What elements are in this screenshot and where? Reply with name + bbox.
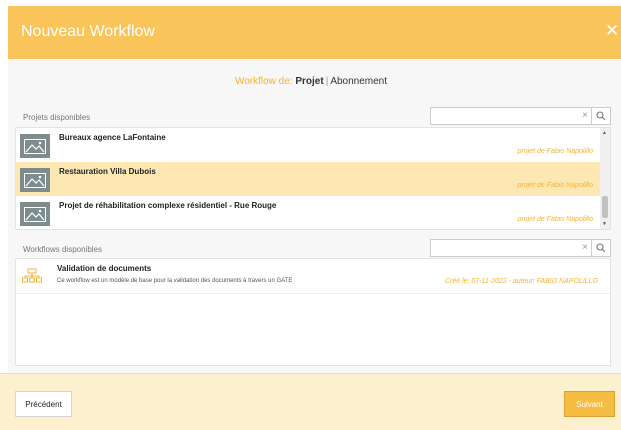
workflow-type-label: Workflow de: bbox=[234, 76, 293, 87]
project-owner: projet de Fabio Napolillo bbox=[517, 216, 594, 223]
clear-icon[interactable]: × bbox=[582, 110, 588, 121]
project-owner: projet de Fabio Napolillo bbox=[517, 182, 594, 189]
workflow-description: Ce workflow est un modèle de base pour l… bbox=[57, 278, 293, 284]
workflows-list: Validation de documents Ce workflow est … bbox=[15, 258, 611, 366]
workflow-type-option-projet[interactable]: Projet bbox=[295, 76, 323, 87]
close-icon[interactable]: ✕ bbox=[605, 22, 619, 39]
list-item[interactable]: Projet de réhabilitation complexe réside… bbox=[16, 196, 601, 229]
clear-icon[interactable]: × bbox=[582, 242, 588, 253]
next-button[interactable]: Suivant bbox=[564, 391, 615, 417]
projects-section-label: Projets disponibles bbox=[23, 113, 91, 122]
workflow-meta: Créé le: 07-11-2022 - auteur: FABIO NAPO… bbox=[444, 278, 598, 285]
scrollbar-thumb[interactable] bbox=[602, 196, 608, 218]
project-name: Bureaux agence LaFontaine bbox=[59, 133, 166, 142]
projects-search-input[interactable]: × bbox=[430, 107, 611, 125]
workflows-search-input[interactable]: × bbox=[430, 239, 611, 257]
list-item[interactable]: Bureaux agence LaFontaine projet de Fabi… bbox=[16, 128, 601, 162]
dialog-header: Nouveau Workflow ✕ bbox=[8, 6, 621, 59]
workflow-type-separator: | bbox=[325, 76, 329, 87]
project-name: Restauration Villa Dubois bbox=[59, 167, 156, 176]
dialog-title: Nouveau Workflow bbox=[21, 23, 155, 40]
workflow-type-option-abonnement[interactable]: Abonnement bbox=[330, 76, 387, 87]
previous-button[interactable]: Précédent bbox=[15, 391, 72, 417]
workflow-name: Validation de documents bbox=[57, 264, 152, 273]
image-placeholder-icon bbox=[20, 168, 50, 192]
projects-scrollbar[interactable]: ▲ ▼ bbox=[600, 128, 610, 229]
dialog-footer bbox=[0, 373, 621, 430]
scroll-up-icon[interactable]: ▲ bbox=[602, 130, 607, 136]
image-placeholder-icon bbox=[20, 202, 50, 226]
search-icon[interactable] bbox=[591, 240, 610, 256]
workflow-icon bbox=[22, 268, 42, 289]
workflow-type-selector: Workflow de: Projet | Abonnement bbox=[0, 76, 621, 87]
projects-list: Bureaux agence LaFontaine projet de Fabi… bbox=[15, 127, 611, 230]
image-placeholder-icon bbox=[20, 134, 50, 158]
search-icon[interactable] bbox=[591, 108, 610, 124]
list-item[interactable]: Validation de documents Ce workflow est … bbox=[16, 259, 610, 294]
project-name: Projet de réhabilitation complexe réside… bbox=[59, 201, 277, 210]
scroll-down-icon[interactable]: ▼ bbox=[602, 221, 607, 227]
project-owner: projet de Fabio Napolillo bbox=[517, 148, 594, 155]
list-item[interactable]: Restauration Villa Dubois projet de Fabi… bbox=[16, 162, 601, 196]
workflows-section-label: Workflows disponibles bbox=[23, 245, 102, 254]
